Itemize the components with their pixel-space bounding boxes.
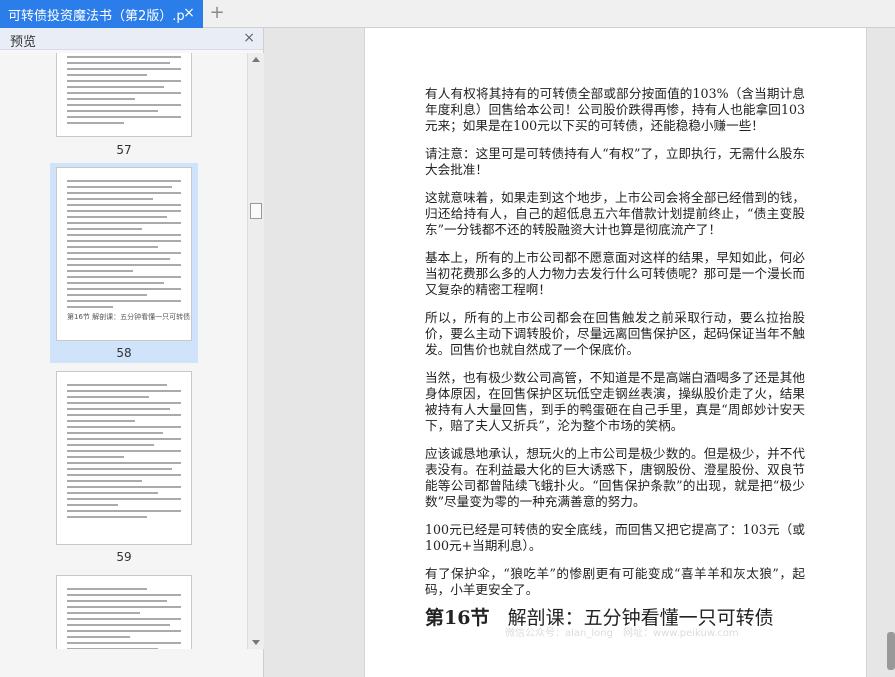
thumbnail-list: 57 第16节 解剖课：五分钟看懂一只可转债 58 59 xyxy=(0,53,247,649)
thumbnail-image xyxy=(56,371,192,545)
new-tab-icon[interactable]: + xyxy=(208,4,226,22)
preview-title: 预览 xyxy=(10,35,37,50)
paragraph: 请注意：这里可是可转债持有人“有权”了，立即执行，无需什么股东大会批准！ xyxy=(425,146,805,177)
section-number: 第16节 xyxy=(425,607,490,629)
thumbnail-page-number: 58 xyxy=(116,346,132,360)
page-content: 有人有权将其持有的可转债全部或部分按面值的103%（含当期计息年度利息）回售给本… xyxy=(425,86,805,629)
tab-title: 可转债投资魔法书（第2版）.pdf xyxy=(8,8,184,24)
paragraph: 100元已经是可转债的安全底线，而回售又把它提高了：103元（或100元+当期利… xyxy=(425,522,805,553)
tab-document[interactable]: 可转债投资魔法书（第2版）.pdf × xyxy=(0,0,203,28)
document-view[interactable]: 有人有权将其持有的可转债全部或部分按面值的103%（含当期计息年度利息）回售给本… xyxy=(265,28,895,677)
watermark: 微信公众号：alan_long 网址：www.peikuw.com xyxy=(505,628,739,639)
paragraph: 应该诚恳地承认，想玩火的上市公司是极少数的。但是极少，并不代表没有。在利益最大化… xyxy=(425,446,805,509)
paragraph: 所以，所有的上市公司都会在回售触发之前采取行动，要么拉抬股价，要么主动下调转股价… xyxy=(425,310,805,357)
document-scrollbar-thumb[interactable] xyxy=(887,632,895,670)
thumbnail-page-59[interactable]: 59 xyxy=(50,371,198,571)
scrollbar-thumb[interactable] xyxy=(250,203,262,219)
scroll-down-icon[interactable] xyxy=(252,640,260,645)
paragraph: 有人有权将其持有的可转债全部或部分按面值的103%（含当期计息年度利息）回售给本… xyxy=(425,86,805,133)
scroll-up-icon[interactable] xyxy=(252,57,260,62)
thumbnail-page-number: 59 xyxy=(116,550,132,564)
thumbnail-image xyxy=(56,575,192,649)
paragraph: 基本上，所有的上市公司都不愿意面对这样的结果，早知如此，何必当初花费那么多的人力… xyxy=(425,250,805,297)
thumbnail-scrollbar[interactable] xyxy=(247,53,264,649)
preview-close-icon[interactable]: × xyxy=(243,30,255,46)
thumbnail-section-heading: 第16节 解剖课：五分钟看懂一只可转债 xyxy=(67,313,191,321)
thumbnail-image: 第16节 解剖课：五分钟看懂一只可转债 xyxy=(56,167,192,341)
thumbnail-image xyxy=(56,53,192,137)
thumbnail-page-60[interactable] xyxy=(50,573,198,649)
thumbnail-page-58[interactable]: 第16节 解剖课：五分钟看懂一只可转债 58 xyxy=(50,163,198,363)
paragraph: 有了保护伞，“狼吃羊”的惨剧更有可能变成“喜羊羊和灰太狼”，起码，小羊更安全了。 xyxy=(425,566,805,597)
document-page: 有人有权将其持有的可转债全部或部分按面值的103%（含当期计息年度利息）回售给本… xyxy=(364,28,867,677)
tab-close-icon[interactable]: × xyxy=(181,5,197,21)
paragraph: 这就意味着，如果走到这个地步，上市公司会将全部已经借到的钱，归还给持有人，自己的… xyxy=(425,190,805,237)
tab-bar: 可转债投资魔法书（第2版）.pdf × + xyxy=(0,0,895,28)
paragraph: 当然，也有极少数公司高管，不知道是不是高端白酒喝多了还是其他身体原因，在回售保护… xyxy=(425,370,805,433)
thumbnail-page-number: 57 xyxy=(116,143,132,157)
preview-header: 预览 × xyxy=(0,28,263,50)
